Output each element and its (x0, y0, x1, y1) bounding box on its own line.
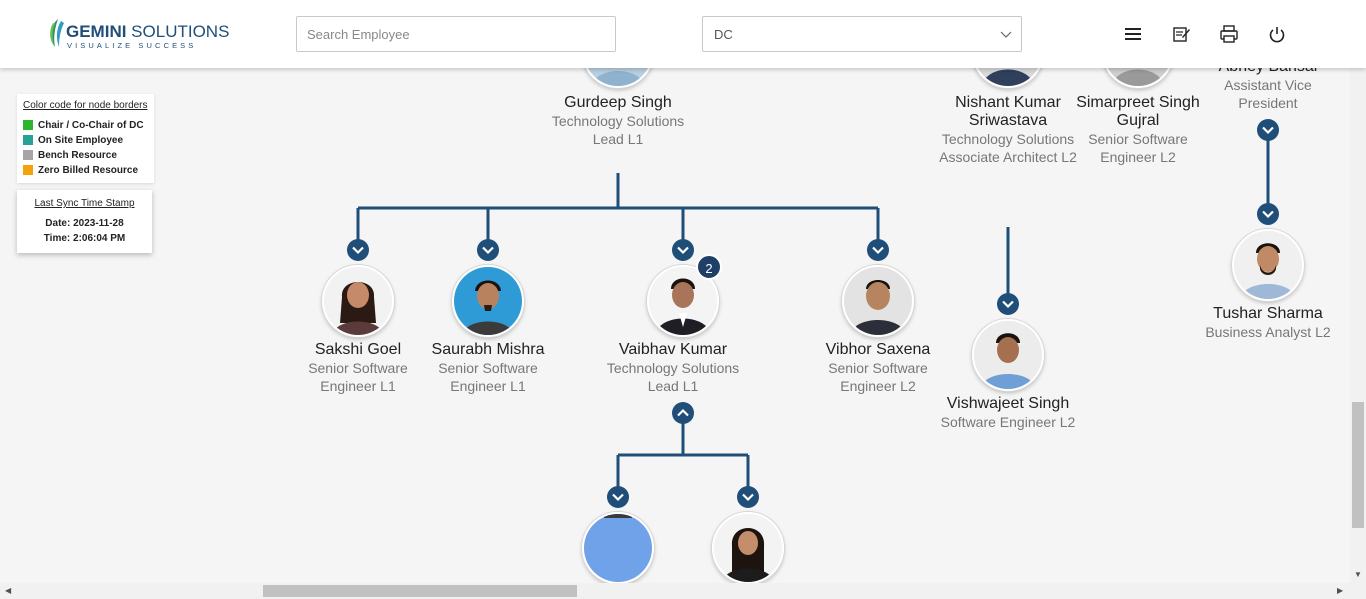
avatar[interactable] (582, 512, 654, 583)
employee-name: Vishwajeet Singh (946, 395, 1070, 412)
chevron-down-icon (1262, 126, 1274, 135)
org-node[interactable]: Saurabh Mishra Senior Software Engineer … (418, 341, 558, 395)
employee-name: Sakshi Goel (314, 341, 402, 358)
expand-toggle-button[interactable] (867, 239, 889, 261)
expand-toggle-button[interactable] (737, 486, 759, 508)
org-node[interactable]: Simarpreet Singh Gujral Senior Software … (1068, 94, 1208, 166)
employee-name: Tushar Sharma (1213, 305, 1323, 322)
org-node[interactable]: Gurdeep Singh Technology Solutions Lead … (548, 94, 688, 148)
expand-toggle-button[interactable] (607, 486, 629, 508)
horizontal-scroll-thumb[interactable] (263, 585, 577, 597)
org-node[interactable]: Sakshi Goel Senior Software Engineer L1 (288, 341, 428, 395)
scroll-left-icon[interactable]: ◀ (5, 586, 11, 595)
employee-title: Senior Software Engineer L2 (1088, 131, 1188, 165)
employee-title: Business Analyst L2 (1205, 324, 1331, 340)
department-select-value: DC (714, 27, 733, 42)
employee-name: Gurdeep Singh (564, 94, 672, 111)
sync-date: Date: 2023-11-28 (45, 218, 124, 229)
legend-title: Color code for node borders (23, 100, 148, 111)
search-employee-input[interactable] (296, 16, 616, 52)
scroll-down-icon[interactable]: ▼ (1354, 570, 1362, 579)
employee-name: Simarpreet Singh Gujral (1076, 94, 1200, 129)
department-select[interactable]: DC (702, 16, 1022, 52)
legend-label: Bench Resource (38, 150, 117, 161)
legend-label: On Site Employee (38, 135, 124, 146)
chevron-down-icon (352, 246, 364, 255)
chevron-down-icon (1262, 210, 1274, 219)
avatar[interactable] (712, 512, 784, 583)
horizontal-scrollbar[interactable]: ◀ ▶ (0, 583, 1350, 599)
employee-name: Abhey Bansal (1198, 68, 1338, 76)
chevron-up-icon (677, 408, 689, 417)
avatar[interactable] (452, 265, 524, 337)
collapse-toggle-button[interactable] (1257, 119, 1279, 141)
org-node[interactable]: Vaibhav Kumar Technology Solutions Lead … (603, 341, 743, 395)
employee-name: Nishant Kumar Sriwastava (955, 94, 1061, 129)
legend-swatch (23, 120, 33, 130)
power-icon[interactable] (1267, 24, 1287, 44)
expand-toggle-button[interactable] (477, 239, 499, 261)
employee-title: Senior Software Engineer L1 (438, 360, 538, 394)
legend-label: Zero Billed Resource (38, 165, 139, 176)
legend-swatch (23, 150, 33, 160)
chevron-down-icon (482, 246, 494, 255)
vertical-scroll-thumb[interactable] (1352, 402, 1364, 528)
sync-time: Time: 2:06:04 PM (43, 233, 126, 244)
employee-title: Technology Solutions Lead L1 (606, 360, 740, 394)
avatar[interactable] (972, 319, 1044, 391)
org-node[interactable]: Vishwajeet Singh Software Engineer L2 (938, 395, 1078, 431)
legend-swatch (23, 135, 33, 145)
scroll-right-icon[interactable]: ▶ (1337, 586, 1343, 595)
avatar[interactable] (1232, 229, 1304, 301)
employee-title: Software Engineer L2 (940, 414, 1076, 430)
employee-title: Senior Software Engineer L1 (308, 360, 408, 394)
expand-toggle-button[interactable] (347, 239, 369, 261)
chevron-down-icon (872, 246, 884, 255)
org-node[interactable]: Vibhor Saxena Senior Software Engineer L… (808, 341, 948, 395)
org-node[interactable]: Abhey Bansal Assistant Vice President (1198, 68, 1338, 112)
employee-name: Saurabh Mishra (431, 341, 545, 358)
employee-title: Senior Software Engineer L2 (828, 360, 928, 394)
employee-name: Vibhor Saxena (825, 341, 931, 358)
logo-tagline: VISUALIZE SUCCESS (67, 41, 197, 50)
chevron-down-icon (742, 493, 754, 502)
border-color-legend: Color code for node borders Chair / Co-C… (17, 94, 154, 183)
vertical-scrollbar[interactable]: ▲ ▼ (1350, 0, 1366, 599)
app-header: GEMINI SOLUTIONS VISUALIZE SUCCESS DC (0, 0, 1366, 68)
employee-title: Assistant Vice President (1224, 77, 1312, 111)
avatar[interactable] (842, 265, 914, 337)
employee-name: Vaibhav Kumar (618, 341, 728, 358)
expand-toggle-button[interactable] (672, 239, 694, 261)
expand-toggle-button[interactable] (997, 293, 1019, 315)
collapse-toggle-button[interactable] (672, 402, 694, 424)
chevron-down-icon (1002, 300, 1014, 309)
avatar[interactable] (322, 265, 394, 337)
chevron-down-icon (677, 246, 689, 255)
employee-title: Technology Solutions Lead L1 (551, 113, 685, 147)
expand-toggle-button[interactable] (1257, 203, 1279, 225)
direct-reports-count-badge: 2 (696, 254, 722, 280)
company-logo[interactable]: GEMINI SOLUTIONS VISUALIZE SUCCESS (46, 17, 229, 51)
employee-title: Technology Solutions Associate Architect… (939, 131, 1077, 165)
notes-icon[interactable] (1171, 24, 1191, 44)
org-node[interactable]: Tushar Sharma Business Analyst L2 (1198, 305, 1338, 341)
org-node[interactable]: Nishant Kumar Sriwastava Technology Solu… (938, 94, 1078, 166)
legend-swatch (23, 165, 33, 175)
chevron-down-icon (612, 493, 624, 502)
logo-wordmark: GEMINI SOLUTIONS (66, 22, 230, 41)
org-chart-canvas[interactable]: Gurdeep Singh Technology Solutions Lead … (0, 68, 1350, 583)
print-icon[interactable] (1219, 24, 1239, 44)
sync-title: Last Sync Time Stamp (34, 198, 135, 209)
menu-icon[interactable] (1123, 24, 1143, 44)
chevron-down-icon (1000, 31, 1012, 38)
leaf-logo-icon (50, 19, 64, 47)
legend-label: Chair / Co-Chair of DC (38, 120, 144, 131)
last-sync-panel: Last Sync Time Stamp Date: 2023-11-28 Ti… (17, 190, 152, 253)
